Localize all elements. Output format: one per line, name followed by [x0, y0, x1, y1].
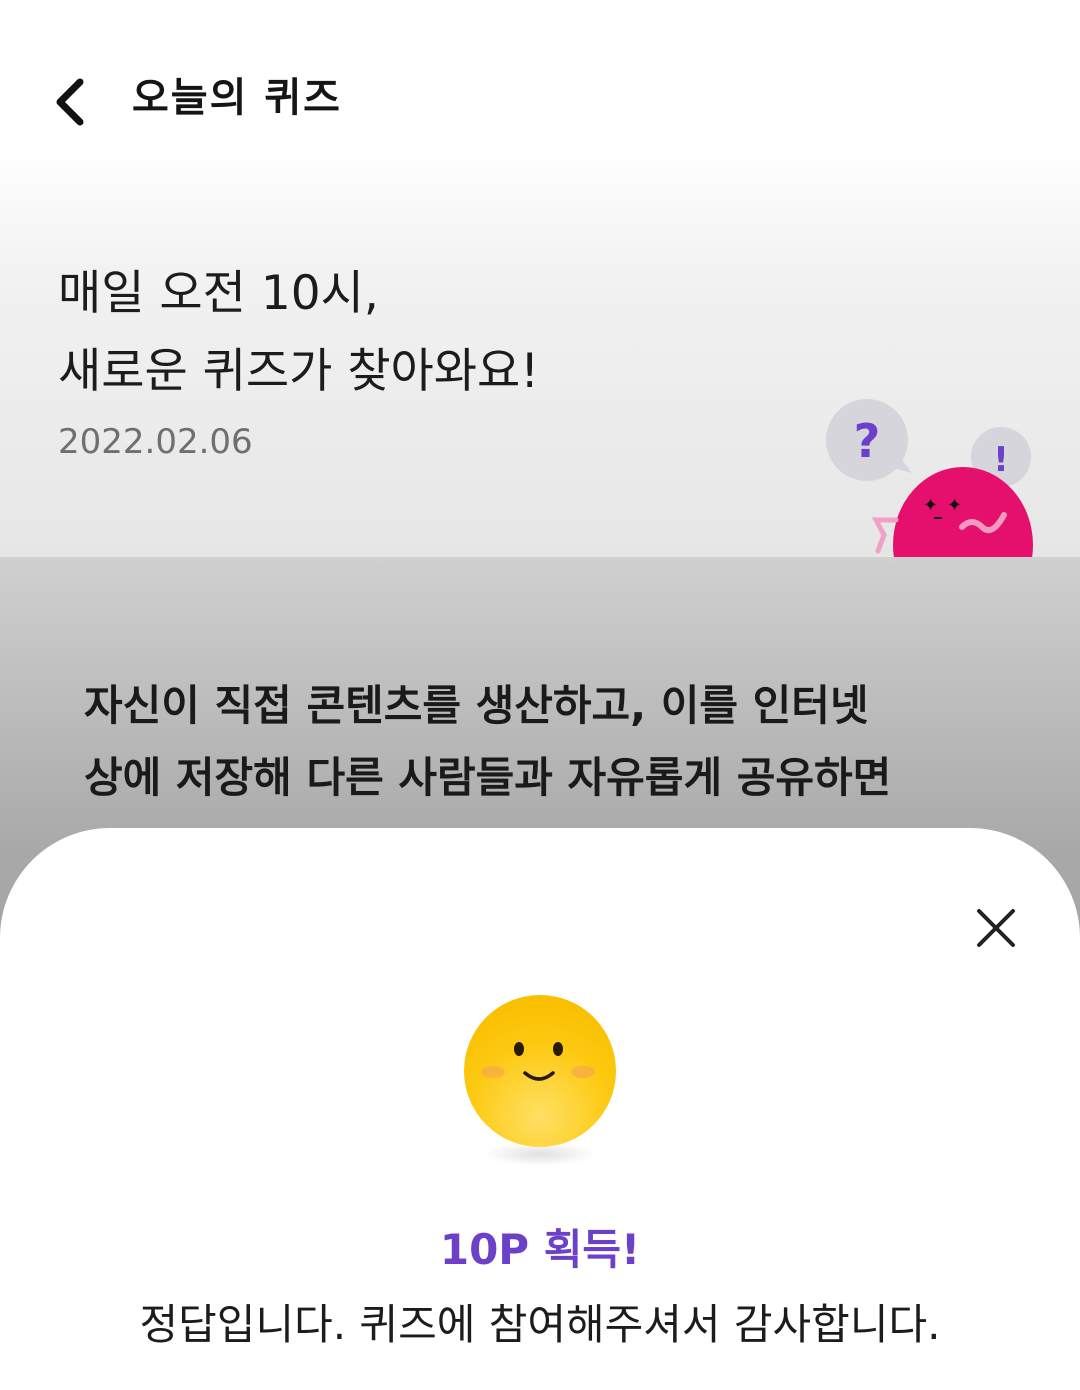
points-earned-label: 10P 획득! — [439, 1225, 641, 1274]
svg-text:✦: ✦ — [947, 495, 962, 516]
back-button[interactable] — [40, 70, 100, 134]
close-button[interactable] — [968, 900, 1024, 956]
quiz-date: 2022.02.06 — [58, 422, 253, 462]
quiz-question-line1: 자신이 직접 콘텐츠를 생산하고, 이를 인터넷 — [84, 681, 869, 730]
exclamation-mark: ! — [993, 440, 1009, 480]
question-mark: ? — [854, 414, 881, 468]
smiley-face-icon — [464, 995, 616, 1166]
svg-text:✦: ✦ — [923, 495, 938, 516]
page-title: 오늘의 퀴즈 — [132, 75, 342, 121]
mascot-illustration: ? ! ✦ ✦ — [826, 399, 1033, 557]
hero-headline-line1: 매일 오전 10시, — [58, 266, 379, 321]
chevron-left-icon — [56, 78, 84, 126]
result-message: 정답입니다. 퀴즈에 참여해주셔서 감사합니다. — [139, 1300, 941, 1349]
close-icon — [977, 909, 1015, 947]
hero-headline-line2: 새로운 퀴즈가 찾아와요! — [58, 344, 540, 399]
quiz-question-line2: 상에 저장해 다른 사람들과 자유롭게 공유하면 — [84, 753, 892, 802]
